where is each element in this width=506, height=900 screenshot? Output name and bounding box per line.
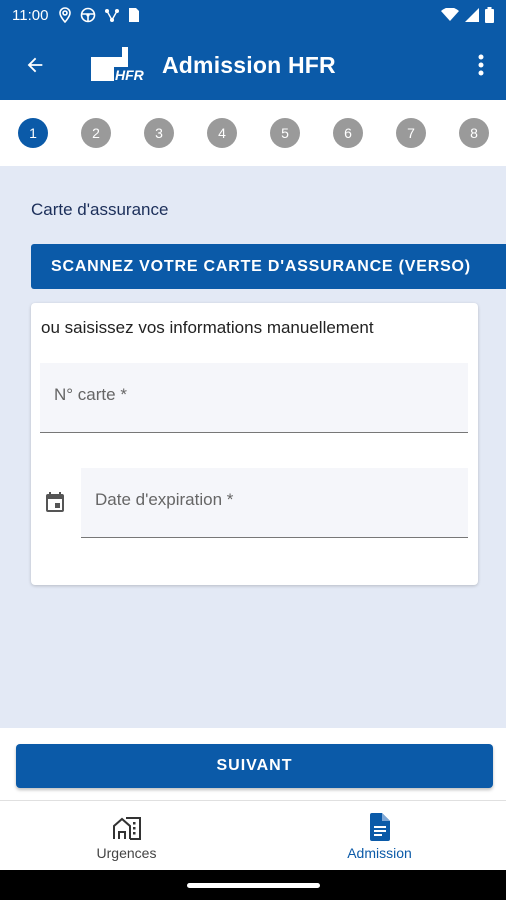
document-icon bbox=[369, 813, 390, 841]
page-title: Admission HFR bbox=[162, 51, 336, 78]
next-button[interactable]: SUIVANT bbox=[16, 744, 493, 788]
network-share-icon bbox=[105, 9, 120, 22]
card-number-field[interactable]: N° carte * bbox=[40, 363, 468, 433]
signal-icon bbox=[465, 8, 479, 22]
more-vert-icon bbox=[478, 54, 484, 76]
overflow-menu-button[interactable] bbox=[456, 30, 506, 100]
status-time: 11:00 bbox=[12, 6, 49, 24]
sim-card-icon bbox=[129, 8, 140, 22]
nav-item-admission[interactable]: Admission bbox=[253, 801, 506, 870]
nav-label-urgences: Urgences bbox=[96, 845, 157, 861]
step-indicator: 1 2 3 4 5 6 7 8 bbox=[0, 100, 506, 166]
app-bar: HFR Admission HFR bbox=[0, 30, 506, 100]
section-label: Carte d'assurance bbox=[31, 200, 169, 219]
step-5[interactable]: 5 bbox=[270, 118, 300, 148]
bottom-navigation: Urgences Admission bbox=[0, 800, 506, 870]
step-1[interactable]: 1 bbox=[18, 118, 48, 148]
card-number-label: N° carte * bbox=[54, 385, 127, 404]
wifi-icon bbox=[441, 8, 459, 21]
step-4[interactable]: 4 bbox=[207, 118, 237, 148]
system-navigation-bar bbox=[0, 870, 506, 900]
step-6[interactable]: 6 bbox=[333, 118, 363, 148]
manual-entry-hint: ou saisissez vos informations manuelleme… bbox=[41, 318, 374, 337]
step-7[interactable]: 7 bbox=[396, 118, 426, 148]
home-gesture-handle[interactable] bbox=[187, 883, 320, 888]
steering-wheel-icon bbox=[81, 7, 96, 23]
step-8[interactable]: 8 bbox=[459, 118, 489, 148]
calendar-icon[interactable] bbox=[43, 491, 67, 515]
nav-item-urgences[interactable]: Urgences bbox=[0, 801, 253, 870]
manual-entry-card: ou saisissez vos informations manuelleme… bbox=[31, 303, 478, 585]
step-3[interactable]: 3 bbox=[144, 118, 174, 148]
step-2[interactable]: 2 bbox=[81, 118, 111, 148]
house-city-icon bbox=[112, 817, 141, 840]
scan-insurance-card-button[interactable]: SCANNEZ VOTRE CARTE D'ASSURANCE (VERSO) bbox=[31, 244, 506, 289]
status-notification-icons bbox=[58, 7, 140, 23]
battery-icon bbox=[485, 7, 494, 23]
back-button[interactable] bbox=[0, 30, 70, 100]
location-icon bbox=[59, 7, 72, 23]
expiry-date-label: Date d'expiration * bbox=[95, 490, 234, 509]
hfr-logo: HFR bbox=[88, 45, 144, 85]
arrow-back-icon bbox=[27, 57, 43, 73]
nav-label-admission: Admission bbox=[347, 845, 412, 861]
status-system-icons bbox=[441, 7, 494, 23]
logo-text: HFR bbox=[115, 67, 144, 83]
status-bar: 11:00 bbox=[0, 0, 506, 30]
expiry-date-field[interactable]: Date d'expiration * bbox=[81, 468, 468, 538]
